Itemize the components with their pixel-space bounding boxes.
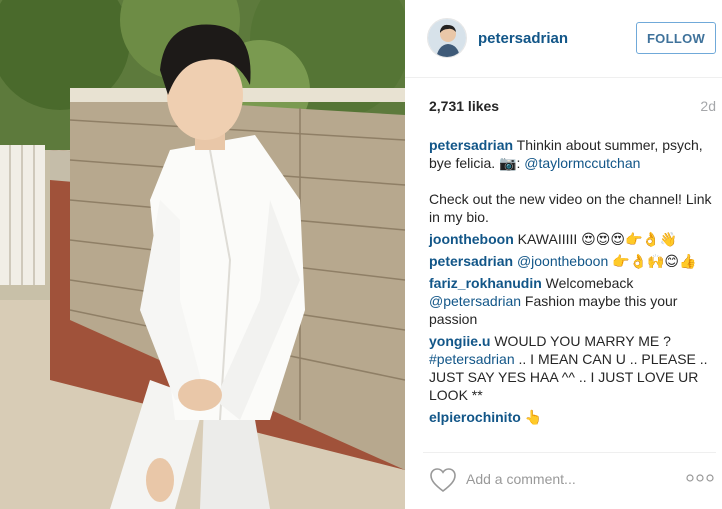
comments-list: petersadrian Thinkin about summer, psych…: [429, 136, 716, 430]
caption-text-2: Check out the new video on the channel! …: [429, 191, 712, 225]
comment-text: Welcomeback: [541, 275, 634, 291]
comment-item: yongiie.u WOULD YOU MARRY ME ? #petersad…: [429, 332, 716, 404]
comment-username[interactable]: fariz_rokhanudin: [429, 275, 542, 291]
add-comment-input[interactable]: Add a comment...: [466, 471, 576, 487]
follow-button[interactable]: FOLLOW: [636, 22, 716, 54]
avatar[interactable]: [427, 18, 467, 58]
photo-illustration: [0, 0, 405, 509]
comment-hashtag[interactable]: #petersadrian: [429, 351, 515, 367]
comment-username[interactable]: petersadrian: [429, 253, 513, 269]
comment-username[interactable]: joontheboon: [429, 231, 514, 247]
post-time[interactable]: 2d: [700, 98, 716, 114]
post-details-panel: petersadrian FOLLOW 2,731 likes 2d peter…: [405, 0, 722, 509]
comment-mention[interactable]: @joontheboon: [517, 253, 608, 269]
comment-text: WOULD YOU MARRY ME ?: [490, 333, 671, 349]
comment-item: fariz_rokhanudin Welcomeback @petersadri…: [429, 274, 716, 328]
comment-username[interactable]: yongiie.u: [429, 333, 490, 349]
caption-username[interactable]: petersadrian: [429, 137, 513, 153]
caption-mention[interactable]: @taylormccutchan: [524, 155, 640, 171]
comment-item: joontheboon KAWAIIIII 😍😍😍👉👌👋: [429, 230, 716, 248]
more-options-icon[interactable]: [686, 473, 714, 483]
comment-username[interactable]: elpierochinito: [429, 409, 521, 425]
caption: petersadrian Thinkin about summer, psych…: [429, 136, 716, 226]
comment-text: KAWAIIIII 😍😍😍👉👌👋: [513, 231, 678, 247]
comment-item: elpierochinito 👆: [429, 408, 716, 426]
likes-count[interactable]: 2,731 likes: [429, 98, 499, 114]
comment-text: 👉👌🙌😊👍: [608, 253, 697, 269]
comment-item: petersadrian @joontheboon 👉👌🙌😊👍: [429, 252, 716, 270]
likes-row: 2,731 likes 2d: [429, 98, 716, 118]
post-photo[interactable]: [0, 0, 405, 509]
comment-mention[interactable]: @petersadrian: [429, 293, 521, 309]
comment-text: 👆: [520, 409, 543, 425]
post-header: petersadrian FOLLOW: [405, 0, 722, 78]
heart-outline-icon[interactable]: [429, 467, 457, 493]
post-username[interactable]: petersadrian: [478, 30, 568, 47]
post-footer: Add a comment...: [423, 452, 716, 509]
